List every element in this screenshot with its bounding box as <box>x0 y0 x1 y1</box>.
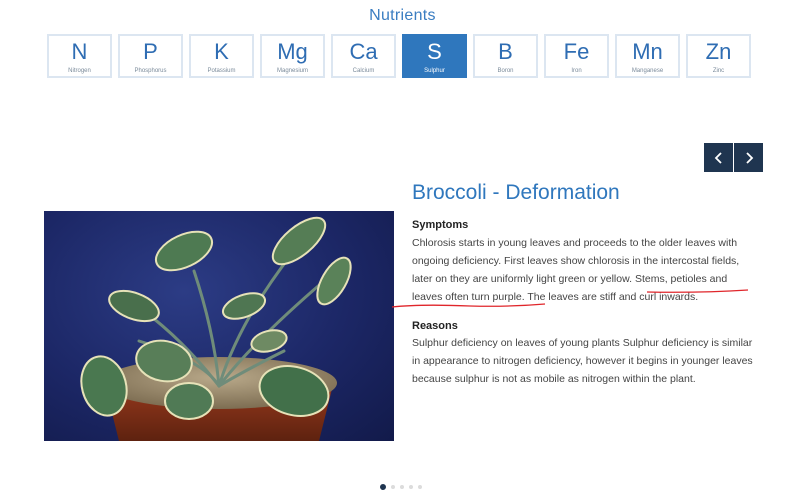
tile-symbol: K <box>214 39 229 64</box>
tile-name: Zinc <box>712 68 725 74</box>
tile-symbol: Ca <box>349 39 378 64</box>
broccoli-plant-image <box>80 216 352 441</box>
nutrient-tile-b[interactable]: B Boron <box>473 34 538 78</box>
chevron-right-icon <box>745 151 753 164</box>
tile-symbol: Zn <box>705 39 732 64</box>
pagination-dot[interactable] <box>391 485 395 489</box>
section-title: Nutrients <box>369 7 436 24</box>
chevron-left-icon <box>714 151 722 164</box>
tile-symbol: Mg <box>277 39 308 64</box>
pagination-dot[interactable] <box>409 485 413 489</box>
tile-name: Potassium <box>207 68 236 74</box>
tile-name: Boron <box>497 68 514 74</box>
nutrient-tile-n[interactable]: N Nitrogen <box>47 34 112 78</box>
pagination-dot[interactable] <box>400 485 404 489</box>
symptoms-heading: Symptoms <box>412 219 469 231</box>
nutrient-tile-mn[interactable]: Mn Manganese <box>615 34 680 78</box>
tile-symbol: P <box>143 39 158 64</box>
carousel-nav <box>704 143 763 172</box>
nutrient-tile-mg[interactable]: Mg Magnesium <box>260 34 325 78</box>
tile-name: Iron <box>571 68 582 74</box>
tile-symbol: Fe <box>563 39 590 64</box>
carousel-pagination <box>380 484 422 490</box>
tile-symbol: S <box>427 39 442 64</box>
tile-symbol: Mn <box>632 39 663 64</box>
tile-name: Calcium <box>352 68 375 74</box>
tile-name: Phosphorus <box>134 68 167 74</box>
reasons-heading: Reasons <box>412 320 458 332</box>
nutrient-tile-ca[interactable]: Ca Calcium <box>331 34 396 78</box>
plant-photo <box>44 211 394 441</box>
tile-name: Manganese <box>631 68 664 74</box>
pagination-dot[interactable] <box>418 485 422 489</box>
nutrient-tiles: N Nitrogen P Phosphorus K Potassium Mg Magne… <box>47 34 751 78</box>
pagination-dot[interactable] <box>380 484 386 490</box>
nutrient-tile-k[interactable]: K Potassium <box>189 34 254 78</box>
tile-name: Magnesium <box>276 68 308 74</box>
tile-symbol: N <box>71 39 88 64</box>
tile-symbol: B <box>498 39 513 64</box>
nutrient-tile-fe[interactable]: Fe Iron <box>544 34 609 78</box>
nutrient-tile-zn[interactable]: Zn Zinc <box>686 34 751 78</box>
nutrient-tile-p[interactable]: P Phosphorus <box>118 34 183 78</box>
tile-name: Sulphur <box>424 68 445 74</box>
next-button[interactable] <box>734 143 763 172</box>
tile-name: Nitrogen <box>68 68 91 74</box>
detail-title: Broccoli - Deformation <box>412 181 620 204</box>
symptoms-text: Chlorosis starts in young leaves and pro… <box>412 237 740 303</box>
prev-button[interactable] <box>704 143 733 172</box>
nutrient-tile-s[interactable]: S Sulphur <box>402 34 467 78</box>
reasons-text: Sulphur deficiency on leaves of young pl… <box>412 337 753 385</box>
